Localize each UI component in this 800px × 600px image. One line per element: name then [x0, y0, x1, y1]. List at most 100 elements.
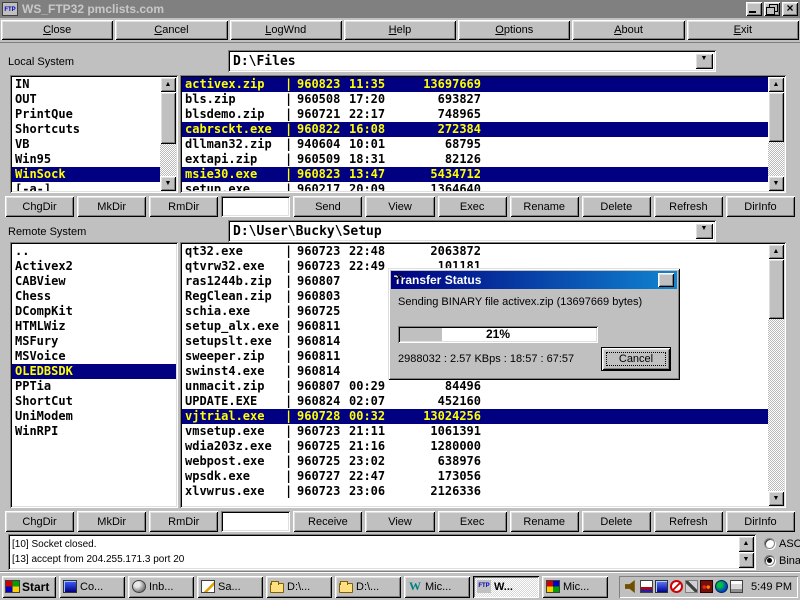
- taskbar-window-button[interactable]: D:\...: [266, 576, 332, 598]
- taskbar-window-button[interactable]: W...: [473, 576, 539, 598]
- local-dir-item[interactable]: OUT: [12, 92, 160, 107]
- remote-command-button[interactable]: Rename: [510, 511, 579, 532]
- local-dir-item[interactable]: Shortcuts: [12, 122, 160, 137]
- scroll-down-icon[interactable]: [768, 176, 784, 191]
- local-file-row[interactable]: msie30.exe|96082313:475434712: [182, 167, 768, 182]
- local-command-button[interactable]: Exec: [438, 196, 507, 217]
- remote-command-button[interactable]: DirInfo: [726, 511, 795, 532]
- local-file-row[interactable]: setup.exe|96021720:091364640: [182, 182, 768, 191]
- local-file-row[interactable]: activex.zip|96082311:3513697669: [182, 77, 768, 92]
- remote-dir-item[interactable]: ShortCut: [12, 394, 176, 409]
- local-command-button[interactable]: Refresh: [654, 196, 723, 217]
- remote-command-button[interactable]: MkDir: [77, 511, 146, 532]
- scroll-up-icon[interactable]: [768, 77, 784, 92]
- remote-dir-item[interactable]: HTMLWiz: [12, 319, 176, 334]
- remote-command-button[interactable]: Receive: [293, 511, 362, 532]
- local-command-button[interactable]: Rename: [510, 196, 579, 217]
- log-scrollbar[interactable]: [738, 536, 754, 568]
- toolbar-button[interactable]: Close: [1, 20, 113, 40]
- no-entry-icon[interactable]: [670, 580, 683, 593]
- remote-dir-item[interactable]: MSVoice: [12, 349, 176, 364]
- remote-dir-item[interactable]: Chess: [12, 289, 176, 304]
- local-path-dropdown-icon[interactable]: [695, 53, 713, 69]
- schedule-icon[interactable]: [640, 580, 653, 593]
- local-file-row[interactable]: blsdemo.zip|96072122:17748965: [182, 107, 768, 122]
- remote-dir-item[interactable]: ..: [12, 244, 176, 259]
- remote-command-button[interactable]: Refresh: [654, 511, 723, 532]
- remote-dir-item[interactable]: OLEDBSDK: [12, 364, 176, 379]
- scroll-down-icon[interactable]: [768, 491, 784, 506]
- taskbar-window-button[interactable]: Mic...: [542, 576, 608, 598]
- remote-file-scrollbar[interactable]: [768, 244, 784, 506]
- local-dir-item[interactable]: IN: [12, 77, 160, 92]
- toolbar-button[interactable]: Exit: [687, 20, 799, 40]
- modem-icon[interactable]: [700, 580, 713, 593]
- scroll-up-icon[interactable]: [768, 244, 784, 259]
- taskbar-window-button[interactable]: D:\...: [335, 576, 401, 598]
- remote-file-row[interactable]: xlvwrus.exe|96072323:062126336: [182, 484, 768, 499]
- remote-command-button[interactable]: RmDir: [149, 511, 218, 532]
- remote-file-row[interactable]: vmsetup.exe|96072321:111061391: [182, 424, 768, 439]
- remote-file-row[interactable]: webpost.exe|96072523:02638976: [182, 454, 768, 469]
- remote-command-button[interactable]: Delete: [582, 511, 651, 532]
- close-window-button[interactable]: [782, 2, 798, 16]
- remote-dir-item[interactable]: Activex2: [12, 259, 176, 274]
- remote-dir-item[interactable]: WinRPI: [12, 424, 176, 439]
- local-dir-item[interactable]: VB: [12, 137, 160, 152]
- local-filename-input[interactable]: [221, 196, 290, 217]
- local-file-row[interactable]: cabrsckt.exe|96082216:08272384: [182, 122, 768, 137]
- radio-icon[interactable]: [764, 538, 775, 549]
- local-command-button[interactable]: ChgDir: [5, 196, 74, 217]
- remote-dir-item[interactable]: UniModem: [12, 409, 176, 424]
- taskbar-window-button[interactable]: Inb...: [128, 576, 194, 598]
- remote-command-button[interactable]: Exec: [438, 511, 507, 532]
- cancel-transfer-button[interactable]: Cancel: [602, 348, 670, 370]
- display-icon[interactable]: [655, 580, 668, 593]
- globe-icon[interactable]: [715, 580, 728, 593]
- local-command-button[interactable]: MkDir: [77, 196, 146, 217]
- radio-icon[interactable]: [764, 555, 775, 566]
- scroll-up-icon[interactable]: [738, 536, 754, 552]
- toolbar-button[interactable]: Help: [344, 20, 456, 40]
- remote-path-dropdown-icon[interactable]: [695, 223, 713, 239]
- remote-file-row[interactable]: wdia203z.exe|96072521:161280000: [182, 439, 768, 454]
- remote-file-row[interactable]: UPDATE.EXE|96082402:07452160: [182, 394, 768, 409]
- local-dir-scrollbar[interactable]: [160, 77, 176, 191]
- dialog-close-icon[interactable]: [658, 273, 674, 287]
- remote-file-row[interactable]: unmacit.zip|96080700:2984496: [182, 379, 768, 394]
- minimize-button[interactable]: [746, 2, 762, 16]
- remote-dir-item[interactable]: PPTia: [12, 379, 176, 394]
- local-file-row[interactable]: dllman32.zip|94060410:0168795: [182, 137, 768, 152]
- local-dir-item[interactable]: PrintQue: [12, 107, 160, 122]
- scroll-up-icon[interactable]: [160, 77, 176, 92]
- remote-file-row[interactable]: vjtrial.exe|96072800:3213024256: [182, 409, 768, 424]
- local-path-combobox[interactable]: D:\Files: [228, 50, 716, 72]
- local-dir-item[interactable]: Win95: [12, 152, 160, 167]
- log-output[interactable]: [10] Socket closed.[13] accept from 204.…: [8, 534, 756, 570]
- scrollbar-thumb[interactable]: [768, 259, 784, 319]
- local-command-button[interactable]: RmDir: [149, 196, 218, 217]
- remote-filename-input[interactable]: [221, 511, 290, 532]
- scrollbar-thumb[interactable]: [160, 92, 176, 144]
- remote-path-combobox[interactable]: D:\User\Bucky\Setup: [228, 220, 716, 242]
- local-file-row[interactable]: bls.zip|96050817:20693827: [182, 92, 768, 107]
- transfer-mode-option[interactable]: ASCII: [764, 535, 800, 552]
- remote-file-row[interactable]: qt32.exe|96072322:482063872: [182, 244, 768, 259]
- scroll-down-icon[interactable]: [738, 552, 754, 568]
- start-button[interactable]: Start: [2, 576, 56, 598]
- taskbar-window-button[interactable]: Mic...: [404, 576, 470, 598]
- restore-button[interactable]: [764, 2, 780, 16]
- scroll-down-icon[interactable]: [160, 176, 176, 191]
- local-file-list[interactable]: activex.zip|96082311:3513697669 bls.zip|…: [180, 75, 786, 193]
- scrollbar-thumb[interactable]: [768, 92, 784, 142]
- local-command-button[interactable]: DirInfo: [726, 196, 795, 217]
- taskbar-window-button[interactable]: Co...: [59, 576, 125, 598]
- printer-icon[interactable]: [730, 580, 743, 593]
- local-file-scrollbar[interactable]: [768, 77, 784, 191]
- transfer-mode-option[interactable]: Binary: [764, 552, 800, 569]
- remote-dir-item[interactable]: MSFury: [12, 334, 176, 349]
- antenna-icon[interactable]: [685, 580, 698, 593]
- local-dir-list[interactable]: INOUTPrintQueShortcutsVBWin95WinSock[-a-…: [10, 75, 178, 193]
- remote-dir-item[interactable]: CABView: [12, 274, 176, 289]
- remote-command-button[interactable]: View: [365, 511, 434, 532]
